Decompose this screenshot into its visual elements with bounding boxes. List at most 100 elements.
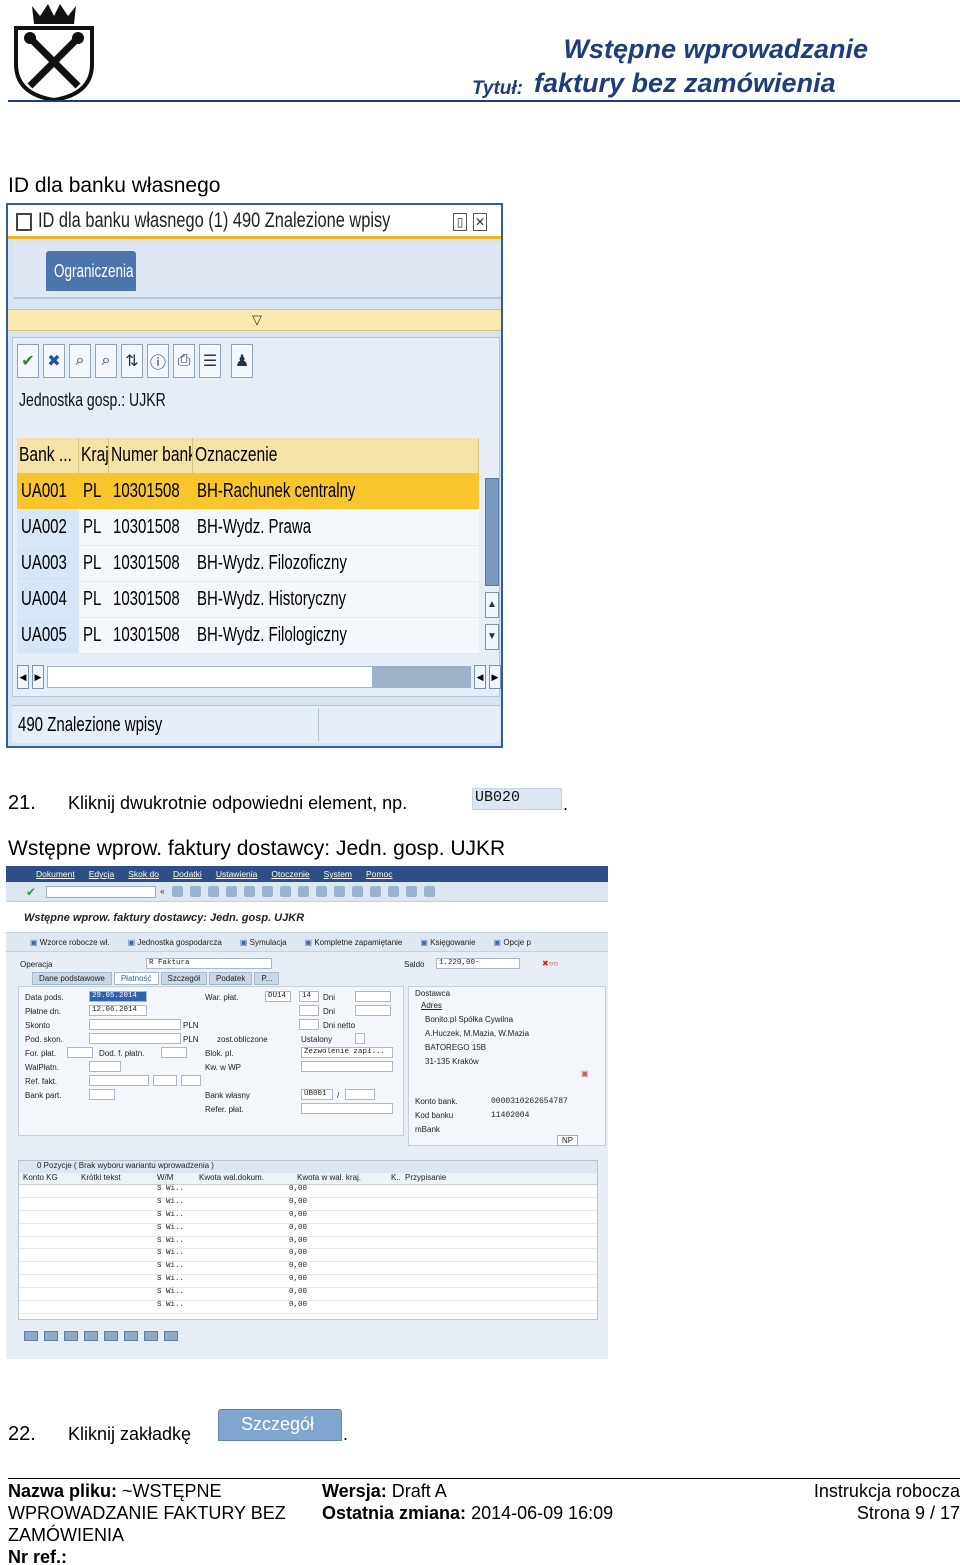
menu-item[interactable]: Ustawienia xyxy=(216,869,258,879)
house-bank-account-field[interactable] xyxy=(345,1089,375,1100)
tab-restrictions[interactable]: Ograniczenia xyxy=(46,251,136,291)
table-row[interactable]: S Wi.. 0,00 xyxy=(19,1185,597,1198)
scroll-left-icon[interactable]: ◀ xyxy=(474,665,486,689)
layout-icon[interactable] xyxy=(423,886,435,897)
table-row[interactable]: S Wi.. 0,00 xyxy=(19,1262,597,1276)
first-page-icon[interactable] xyxy=(297,886,309,897)
discount-field[interactable] xyxy=(89,1019,181,1030)
table-row[interactable]: UA002 PL 10301508 BH-Wydz. Prawa xyxy=(17,510,479,546)
restriction-toggle-bar[interactable]: ▽ xyxy=(8,309,501,331)
invoice-reference-field[interactable] xyxy=(89,1075,149,1086)
back-icon[interactable] xyxy=(189,886,201,897)
list-icon[interactable]: ☰ xyxy=(199,344,221,378)
select-all-icon[interactable] xyxy=(44,1331,58,1341)
baseline-date-field[interactable]: 29.05.2014 xyxy=(89,991,147,1002)
fixed-checkbox[interactable] xyxy=(355,1033,365,1044)
table-row[interactable]: UA004 PL 10301508 BH-Wydz. Historyczny xyxy=(17,582,479,618)
drafts-button[interactable]: Wzorce robocze wł. xyxy=(30,938,110,947)
menu-item[interactable]: Dodatki xyxy=(173,869,202,879)
close-icon[interactable]: ✕ xyxy=(473,213,487,231)
operation-select[interactable]: R Faktura xyxy=(146,958,272,969)
menu-item[interactable]: Dokument xyxy=(36,869,75,879)
table-row[interactable]: UA005 PL 10301508 BH-Wydz. Filologiczny xyxy=(17,618,479,654)
confirm-check-icon[interactable]: ✔ xyxy=(17,344,39,378)
filter-icon[interactable] xyxy=(164,1331,178,1341)
personal-list-icon[interactable]: ♟ xyxy=(231,344,253,378)
prev-page-icon[interactable] xyxy=(315,886,327,897)
find-icon[interactable]: ⌕ xyxy=(69,344,91,378)
save-icon[interactable] xyxy=(171,886,183,897)
cancel-icon[interactable] xyxy=(225,886,237,897)
table-row[interactable]: S Wi.. 0,00 xyxy=(19,1275,597,1289)
exit-icon[interactable] xyxy=(207,886,219,897)
command-field[interactable] xyxy=(46,885,157,898)
print-icon[interactable] xyxy=(243,886,255,897)
vendor-info-icon[interactable]: ▣ xyxy=(581,1069,589,1078)
scroll-track[interactable] xyxy=(47,666,471,688)
deselect-icon[interactable] xyxy=(64,1331,78,1341)
next-page-icon[interactable] xyxy=(333,886,345,897)
delete-row-icon[interactable] xyxy=(104,1331,118,1341)
tab-tax[interactable]: Podatek xyxy=(208,972,253,985)
find-next-icon[interactable] xyxy=(279,886,291,897)
menu-item[interactable]: System xyxy=(324,869,352,879)
np-button[interactable]: NP xyxy=(557,1135,579,1146)
menu-item[interactable]: Pomoc xyxy=(366,869,392,879)
tab-more[interactable]: P... xyxy=(254,972,280,985)
post-button[interactable]: Księgowanie xyxy=(420,938,475,947)
scroll-right-icon[interactable]: ▶ xyxy=(489,665,501,689)
column-header-bank-number[interactable]: Numer banku xyxy=(109,438,193,473)
sort-icon[interactable] xyxy=(144,1331,158,1341)
minimize-icon[interactable]: ▯ xyxy=(453,213,467,231)
table-row[interactable]: S Wi.. 0,00 xyxy=(19,1288,597,1302)
tab-payment[interactable]: Płatność xyxy=(113,972,159,985)
table-row[interactable]: S Wi.. 0,00 xyxy=(19,1198,597,1211)
menu-item[interactable]: Otoczenie xyxy=(271,869,309,879)
payment-method-field[interactable] xyxy=(67,1047,93,1058)
table-row[interactable]: S Wi.. 0,00 xyxy=(19,1224,597,1237)
info-icon[interactable]: ⓘ xyxy=(147,344,169,378)
table-row[interactable]: S Wi.. 0,00 xyxy=(19,1249,597,1263)
tab-details[interactable]: Szczegół xyxy=(160,972,207,985)
print-icon[interactable]: ⎙ xyxy=(173,344,195,378)
vertical-scrollbar[interactable]: ▲ ▼ xyxy=(485,478,501,654)
scroll-thumb[interactable] xyxy=(485,478,499,586)
table-row[interactable]: UA001 PL 10301508 BH-Rachunek centralny xyxy=(17,474,479,510)
find-icon[interactable] xyxy=(261,886,273,897)
days-field[interactable]: 14 xyxy=(299,991,319,1002)
tab-basic-data[interactable]: Dane podstawowe xyxy=(32,972,112,985)
house-bank-field[interactable]: UB001 xyxy=(301,1089,333,1100)
find-next-icon[interactable]: ⌕ xyxy=(95,344,117,378)
shortcut-icon[interactable] xyxy=(387,886,399,897)
menu-item[interactable]: Skok do xyxy=(128,869,159,879)
due-date-field[interactable]: 12.06.2014 xyxy=(89,1005,147,1016)
cancel-x-icon[interactable]: ✖ xyxy=(43,344,65,378)
scroll-down-icon[interactable]: ▼ xyxy=(485,624,499,650)
payment-reference-field[interactable] xyxy=(301,1103,393,1114)
scroll-left-icon[interactable]: ◀ xyxy=(17,665,29,689)
options-button[interactable]: Opcje p xyxy=(494,938,531,947)
payment-currency-field[interactable] xyxy=(89,1061,121,1072)
collapse-icon[interactable]: « xyxy=(160,887,164,896)
enter-check-icon[interactable]: ✔ xyxy=(26,885,36,899)
amount-in-currency-field[interactable] xyxy=(301,1061,393,1072)
sort-icon[interactable]: ⇅ xyxy=(121,344,143,378)
copy-row-icon[interactable] xyxy=(124,1331,138,1341)
table-row[interactable]: S Wi.. 0,00 xyxy=(19,1237,597,1250)
column-header-bank[interactable]: Bank ... xyxy=(17,438,79,473)
vendor-address-link[interactable]: Adres xyxy=(421,1001,442,1010)
column-header-country[interactable]: Kraj xyxy=(79,438,109,473)
partner-bank-field[interactable] xyxy=(89,1089,115,1100)
insert-row-icon[interactable] xyxy=(84,1331,98,1341)
payment-supplement-field[interactable] xyxy=(161,1047,187,1058)
payment-terms-field[interactable]: DU14 xyxy=(265,991,291,1002)
simulate-button[interactable]: Symulacja xyxy=(240,938,287,947)
scroll-right-icon[interactable]: ▶ xyxy=(32,665,44,689)
last-page-icon[interactable] xyxy=(351,886,363,897)
menu-item[interactable]: Edycja xyxy=(89,869,115,879)
company-code-button[interactable]: Jednostka gospodarcza xyxy=(128,938,222,947)
column-header-description[interactable]: Oznaczenie xyxy=(193,438,479,473)
table-row[interactable]: S Wi.. 0,00 xyxy=(19,1301,597,1314)
discount-base-field[interactable] xyxy=(89,1033,181,1044)
table-row[interactable]: S Wi.. 0,00 xyxy=(19,1211,597,1224)
